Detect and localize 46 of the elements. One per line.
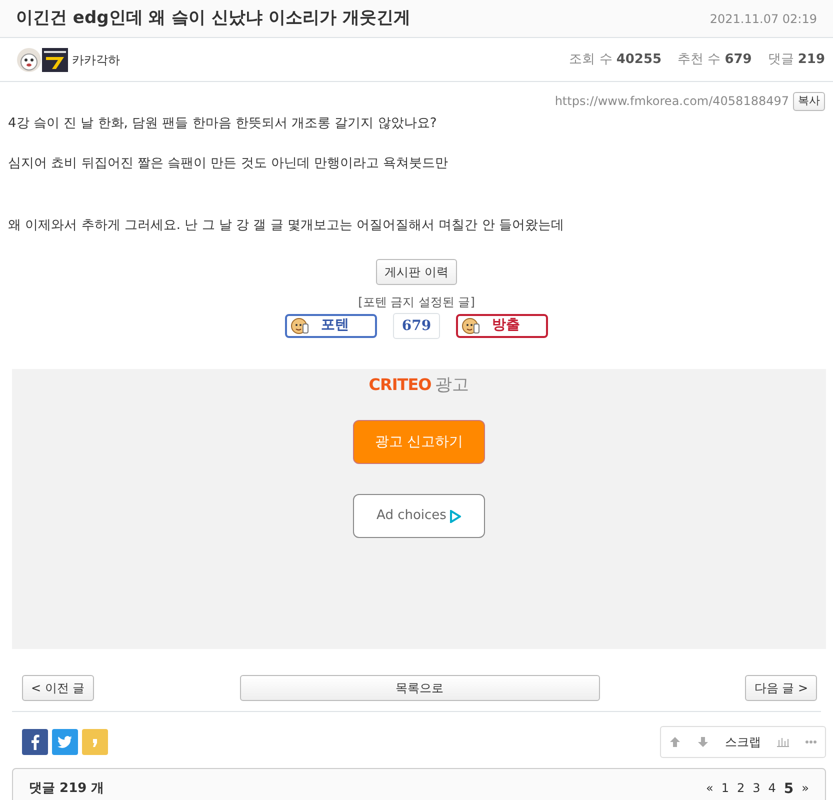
scrap-button[interactable]: 스크랩 bbox=[725, 732, 761, 750]
downvote-button[interactable]: 방출 bbox=[456, 314, 548, 338]
thumb-face-icon bbox=[290, 316, 309, 334]
list-button[interactable]: 목록으로 bbox=[240, 674, 600, 700]
ad-brand-logo: CRITEO bbox=[368, 374, 432, 396]
level-badge-icon bbox=[42, 48, 68, 72]
page-link[interactable]: 4 bbox=[768, 778, 776, 800]
body-text: 왜 이제와서 추하게 그러세요. 난 그 날 강 갤 글 몇개보고는 어질어질해서 며칠간 안 들어왔는데 bbox=[8, 216, 565, 234]
post-url: https://www.fmkorea.com/4058188497 bbox=[554, 93, 789, 110]
arrow-down-icon[interactable] bbox=[697, 736, 709, 748]
body-text: 심지어 쵸비 뒤집어진 짤은 슼팬이 만든 것도 아닌데 만행이라고 욕쳐붓드만 bbox=[8, 154, 450, 172]
twitter-icon[interactable] bbox=[52, 728, 78, 754]
stat-value: 40255 bbox=[616, 50, 662, 69]
author-name: 카카각하 bbox=[72, 52, 120, 68]
page-link[interactable]: « bbox=[706, 778, 714, 800]
thumb-face-icon bbox=[462, 316, 480, 334]
bar-chart-icon[interactable] bbox=[777, 736, 789, 747]
notice-text: [포텐 금지 설정된 글] bbox=[358, 294, 475, 310]
more-icon[interactable] bbox=[805, 740, 817, 744]
page-link[interactable]: 3 bbox=[752, 778, 760, 800]
comment-count: 댓글 219 개 bbox=[29, 780, 104, 798]
stat-value: 219 bbox=[798, 50, 825, 69]
page-link[interactable]: » bbox=[802, 778, 809, 800]
ad-label: 광고 bbox=[435, 374, 470, 396]
stat-label: 댓글 bbox=[768, 50, 794, 69]
stat-label: 조회 수 bbox=[569, 50, 612, 69]
post-date: 2021.11.07 02:19 bbox=[710, 10, 817, 28]
copy-button[interactable]: 복사 bbox=[793, 92, 825, 110]
previous-post-button[interactable]: < 이전 글 bbox=[22, 674, 94, 700]
arrow-up-icon[interactable] bbox=[669, 736, 681, 748]
stat-value: 679 bbox=[724, 50, 752, 69]
comma-icon[interactable] bbox=[82, 728, 108, 754]
page-link[interactable]: 2 bbox=[736, 778, 745, 800]
vote-count: 679 bbox=[392, 312, 440, 338]
next-post-button[interactable]: 다음 글 > bbox=[745, 674, 817, 700]
board-history-button[interactable]: 게시판 이력 bbox=[376, 258, 458, 284]
upvote-button[interactable]: 포텐 bbox=[284, 314, 377, 338]
body-text: 4강 슼이 진 날 한화, 담원 팬들 한마음 한뜻되서 개조롱 갈기지 않았나요? bbox=[8, 114, 438, 132]
ad-choices-button[interactable]: Ad choices bbox=[353, 494, 485, 538]
stat-label: 추천 수 bbox=[678, 50, 721, 69]
avatar-icon bbox=[16, 46, 42, 72]
facebook-icon[interactable] bbox=[22, 728, 48, 754]
page-link[interactable]: 5 bbox=[784, 778, 794, 800]
page-link[interactable]: 1 bbox=[721, 778, 729, 800]
play-triangle-icon bbox=[450, 510, 462, 522]
post-title: 이긴건 edg인데 왜 슼이 신났냐 이소리가 개웃긴게 bbox=[16, 6, 410, 30]
